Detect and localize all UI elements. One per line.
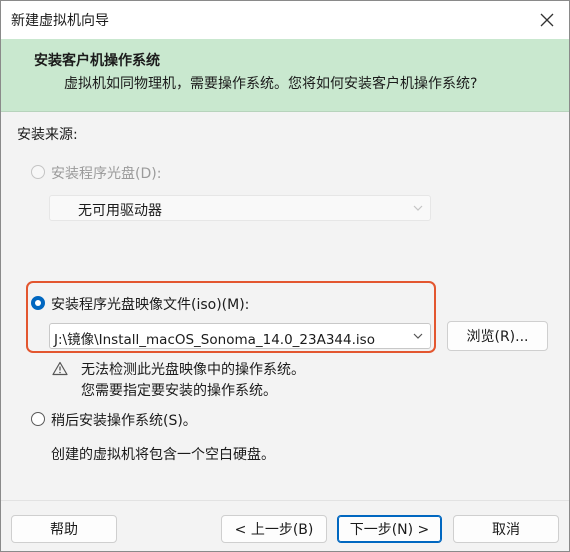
iso-option-label: 安装程序光盘映像文件(iso)(M): [51, 297, 250, 313]
window-title: 新建虚拟机向导 [11, 13, 109, 29]
cancel-button[interactable]: 取消 [453, 515, 559, 543]
wizard-content: 安装来源: 安装程序光盘(D): 无可用驱动器 安装程序光盘映像文件(iso)(… [1, 112, 569, 500]
chevron-down-icon [413, 333, 423, 339]
header-subtitle: 虚拟机如同物理机，需要操作系统。您将如何安装客户机操作系统? [64, 76, 478, 92]
install-later-radio[interactable] [31, 412, 45, 426]
disc-option-label: 安装程序光盘(D): [51, 166, 162, 182]
disc-drive-dropdown[interactable]: 无可用驱动器 [49, 195, 431, 221]
iso-path-combobox[interactable]: J:\镜像\Install_macOS_Sonoma_14.0_23A344.i… [49, 323, 431, 349]
chevron-down-icon [413, 205, 423, 211]
next-button[interactable]: 下一步(N) > [337, 515, 442, 543]
warning-line-2: 您需要指定要安装的操作系统。 [81, 383, 277, 399]
install-source-label: 安装来源: [17, 127, 78, 143]
warning-line-1: 无法检测此光盘映像中的操作系统。 [81, 362, 305, 378]
help-button[interactable]: 帮助 [11, 515, 117, 543]
iso-radio[interactable] [31, 296, 45, 310]
close-button[interactable] [531, 5, 563, 35]
wizard-footer: 帮助 < 上一步(B) 下一步(N) > 取消 [1, 500, 569, 551]
browse-button[interactable]: 浏览(R)... [447, 321, 548, 351]
wizard-header: 安装客户机操作系统 虚拟机如同物理机，需要操作系统。您将如何安装客户机操作系统? [1, 39, 569, 112]
back-button[interactable]: < 上一步(B) [221, 515, 327, 543]
wizard-window: 新建虚拟机向导 安装客户机操作系统 虚拟机如同物理机，需要操作系统。您将如何安装… [0, 0, 570, 552]
install-later-label: 稍后安装操作系统(S)。 [51, 413, 197, 429]
close-icon [540, 13, 554, 27]
warning-triangle-icon [52, 361, 68, 376]
install-later-description: 创建的虚拟机将包含一个空白硬盘。 [51, 447, 275, 463]
title-bar: 新建虚拟机向导 [1, 1, 569, 39]
disc-radio[interactable] [31, 165, 45, 179]
disc-drive-value: 无可用驱动器 [78, 203, 162, 219]
iso-path-value: J:\镜像\Install_macOS_Sonoma_14.0_23A344.i… [54, 332, 375, 348]
header-title: 安装客户机操作系统 [34, 53, 160, 69]
